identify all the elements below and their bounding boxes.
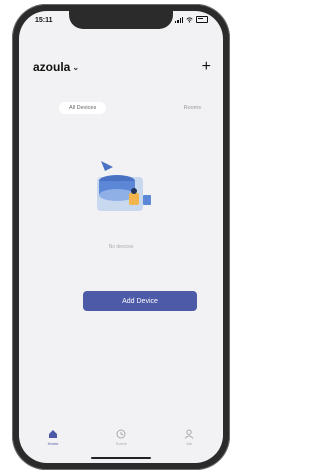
status-icons — [175, 16, 208, 23]
tab-rooms[interactable]: Rooms — [184, 105, 209, 111]
chevron-down-icon: ⌄ — [72, 63, 80, 72]
app-screen: 15:11 azoula ⌄ + All Devices Rooms No de… — [19, 11, 223, 463]
add-button[interactable]: + — [202, 59, 211, 75]
add-device-button[interactable]: Add Device — [83, 291, 197, 311]
home-indicator — [91, 457, 151, 459]
notch — [69, 11, 173, 29]
profile-icon — [184, 429, 194, 439]
tabbar-label-me: Me — [186, 440, 193, 446]
battery-icon — [196, 16, 208, 23]
tabbar-item-home[interactable]: Home — [47, 429, 59, 446]
tabbar-label-scene: Scene — [115, 440, 127, 446]
tabbar-item-scene[interactable]: Scene — [116, 429, 127, 446]
home-icon — [48, 429, 57, 438]
scene-icon — [116, 429, 126, 438]
tabbar-label-home: Home — [47, 440, 59, 446]
status-time: 15:11 — [35, 17, 53, 24]
home-selector[interactable]: azoula ⌄ — [33, 60, 79, 74]
empty-devices-illustration — [97, 161, 151, 211]
tab-all-devices[interactable]: All Devices — [59, 102, 107, 114]
tabbar-item-me[interactable]: Me — [184, 429, 194, 446]
bottom-tab-bar: Home Scene Me — [19, 419, 223, 455]
empty-state-message: No devices — [108, 244, 134, 250]
wifi-icon — [186, 16, 193, 23]
phone-frame: 15:11 azoula ⌄ + All Devices Rooms No de… — [12, 4, 230, 470]
device-tabs: All Devices Rooms — [59, 101, 209, 115]
header: azoula ⌄ + — [33, 59, 211, 75]
signal-icon — [175, 16, 183, 23]
home-name-label: azoula — [33, 60, 71, 74]
